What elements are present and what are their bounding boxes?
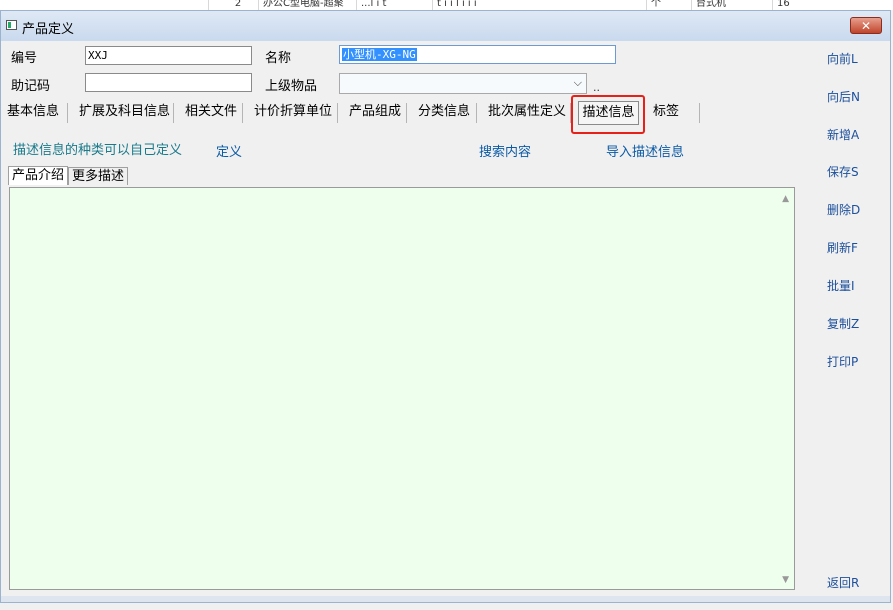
- print-button[interactable]: 打印P: [827, 353, 858, 370]
- window-bottom-border: [1, 596, 890, 602]
- title-bar[interactable]: 产品定义 ✕: [1, 11, 890, 41]
- parent-item-label: 上级物品: [265, 79, 318, 94]
- window-title: 产品定义: [22, 22, 75, 37]
- previous-button[interactable]: 向前L: [827, 50, 858, 67]
- parent-item-combo[interactable]: ⌵: [339, 73, 587, 94]
- tab-classification[interactable]: 分类信息: [418, 100, 470, 124]
- code-input[interactable]: XXJ: [85, 46, 252, 65]
- next-button[interactable]: 向后N: [827, 88, 860, 105]
- app-icon: [6, 20, 17, 30]
- tab-separator: [173, 103, 174, 123]
- copy-button[interactable]: 复制Z: [827, 315, 859, 332]
- bg-cell: 台式机: [691, 0, 766, 10]
- refresh-button[interactable]: 刷新F: [827, 239, 858, 256]
- tab-labels[interactable]: 标签: [653, 100, 679, 124]
- save-button[interactable]: 保存S: [827, 163, 859, 180]
- bg-cell: ...l i t: [356, 0, 431, 10]
- code-label: 编号: [11, 51, 38, 66]
- tab-extension-account-info[interactable]: 扩展及科目信息: [79, 100, 170, 124]
- tab-batch-attributes[interactable]: 批次属性定义: [488, 100, 566, 124]
- subtab-more-description[interactable]: 更多描述: [68, 167, 129, 185]
- import-description-link[interactable]: 导入描述信息: [606, 141, 684, 160]
- tab-separator: [699, 103, 700, 123]
- bg-cell: 办公C型电脑-超聚: [258, 0, 361, 10]
- bg-cell: 个: [646, 0, 696, 10]
- return-button[interactable]: 返回R: [827, 574, 859, 591]
- tab-separator: [67, 103, 68, 123]
- tab-pricing-unit[interactable]: 计价折算单位: [254, 100, 332, 124]
- bg-cell: 2: [208, 0, 263, 10]
- tab-separator: [337, 103, 338, 123]
- chevron-down-icon[interactable]: ⌵: [574, 76, 582, 90]
- delete-button[interactable]: 删除D: [827, 201, 860, 218]
- description-text-area[interactable]: ▲ ▼: [9, 187, 795, 590]
- close-button[interactable]: ✕: [850, 17, 882, 34]
- tab-product-composition[interactable]: 产品组成: [349, 100, 401, 124]
- name-label: 名称: [265, 51, 292, 66]
- background-table-row: 2 办公C型电脑-超聚 ...l i t t i i l i i i 个 台式机…: [0, 0, 893, 10]
- tab-separator: [476, 103, 477, 123]
- tab-separator: [406, 103, 407, 123]
- scroll-down-icon[interactable]: ▼: [782, 575, 789, 585]
- batch-button[interactable]: 批量I: [827, 277, 855, 294]
- new-button[interactable]: 新增A: [827, 126, 859, 143]
- bg-cell: 16: [772, 0, 817, 10]
- define-link[interactable]: 定义: [216, 141, 242, 160]
- mnemonic-input[interactable]: [85, 73, 252, 92]
- scroll-up-icon[interactable]: ▲: [782, 194, 789, 204]
- bg-cell: t i i l i i i: [432, 0, 557, 10]
- name-value: 小型机-XG-NG: [342, 48, 417, 61]
- description-hint: 描述信息的种类可以自己定义: [13, 143, 183, 158]
- tab-separator: [242, 103, 243, 123]
- tab-related-files[interactable]: 相关文件: [185, 100, 237, 124]
- parent-item-more-button[interactable]: ..: [593, 81, 600, 94]
- tab-basic-info[interactable]: 基本信息: [7, 100, 59, 124]
- mnemonic-label: 助记码: [11, 79, 51, 94]
- search-content-link[interactable]: 搜索内容: [479, 141, 531, 160]
- active-tab-highlight: [571, 95, 645, 134]
- product-definition-window: 产品定义 ✕ 编号 XXJ 名称 小型机-XG-NG 助记码 上级物品 ⌵ ..…: [0, 10, 891, 603]
- name-input[interactable]: 小型机-XG-NG: [339, 45, 616, 64]
- subtab-product-intro[interactable]: 产品介绍: [8, 166, 69, 185]
